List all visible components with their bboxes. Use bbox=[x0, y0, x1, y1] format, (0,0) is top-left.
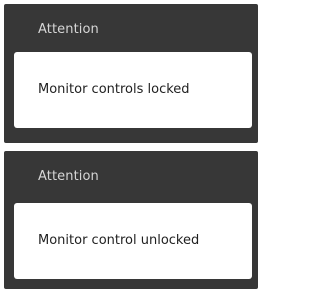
message-box: Monitor controls locked bbox=[14, 52, 252, 128]
osd-attention-dialog-locked: Attention Monitor controls locked bbox=[4, 4, 258, 143]
osd-attention-dialog-unlocked: Attention Monitor control unlocked bbox=[4, 151, 258, 289]
message-box: Monitor control unlocked bbox=[14, 203, 252, 279]
dialog-message: Monitor control unlocked bbox=[38, 233, 200, 248]
dialog-title: Attention bbox=[38, 169, 99, 184]
dialog-title: Attention bbox=[38, 22, 99, 37]
dialog-message: Monitor controls locked bbox=[38, 82, 190, 97]
